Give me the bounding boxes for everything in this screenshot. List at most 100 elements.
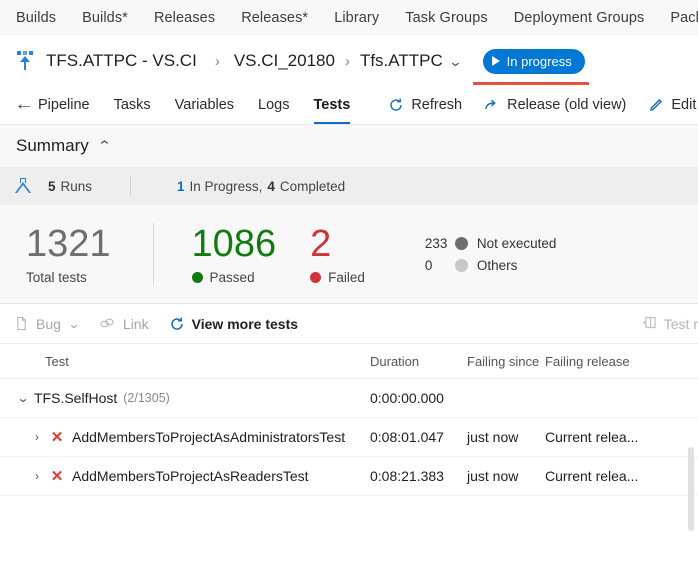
- hub-nav-builds[interactable]: Builds: [16, 10, 56, 26]
- metric-passed: 1086 Passed: [191, 222, 277, 285]
- chevron-down-icon[interactable]: ⌄: [9, 391, 38, 405]
- runs-in-progress-label: In Progress,: [189, 178, 263, 194]
- test-run-details-button[interactable]: Test r: [641, 315, 698, 333]
- hub-nav-deployment-groups[interactable]: Deployment Groups: [514, 10, 645, 26]
- table-row[interactable]: › ✕ AddMembersToProjectAsReadersTest 0:0…: [0, 457, 698, 496]
- total-tests-label: Total tests: [26, 269, 87, 285]
- test-duration: 0:08:01.047: [370, 429, 444, 445]
- table-scrollbar[interactable]: [688, 447, 694, 531]
- metrics-divider: [152, 223, 154, 285]
- chevron-down-icon[interactable]: ⌄: [67, 317, 80, 331]
- tests-table-body: ⌄ TFS.SelfHost (2/1305) 0:00:00.000 › ✕ …: [0, 379, 698, 531]
- breadcrumb-environment-label: Tfs.ATTPC: [359, 51, 443, 70]
- breadcrumb-item-release[interactable]: VS.CI_20180: [234, 51, 335, 71]
- play-icon: [491, 56, 500, 66]
- breadcrumb-item-pipeline[interactable]: TFS.ATTPC - VS.CI: [46, 51, 197, 71]
- column-header-failing-since[interactable]: Failing since: [467, 354, 545, 369]
- group-count: (2/1305): [123, 391, 170, 405]
- back-to-pipeline-link[interactable]: ← Pipeline: [14, 85, 90, 124]
- hub-nav-releases[interactable]: Releases: [154, 10, 215, 26]
- hub-nav-task-groups[interactable]: Task Groups: [405, 10, 488, 26]
- test-name: AddMembersToProjectAsReadersTest: [72, 468, 309, 484]
- table-row[interactable]: ⌄ TFS.SelfHost (2/1305) 0:00:00.000: [0, 379, 698, 418]
- failed-dot-icon: [310, 271, 322, 283]
- tab-logs[interactable]: Logs: [258, 85, 289, 124]
- table-row[interactable]: › ✕ AddMembersToProjectAsAdministratorsT…: [0, 418, 698, 457]
- edit-release-button[interactable]: Edit re: [648, 97, 698, 113]
- secondary-metrics: 233 Not executed 0 Others: [425, 236, 557, 273]
- metric-not-executed: 233 Not executed: [425, 236, 557, 251]
- breadcrumb-item-environment[interactable]: Tfs.ATTPC ⌄: [359, 51, 462, 71]
- runs-completed-count: 4: [267, 178, 275, 194]
- hub-nav-library[interactable]: Library: [334, 10, 379, 26]
- test-failing-release: Current relea...: [545, 468, 639, 484]
- pivot-bar: ← Pipeline Tasks Variables Logs Tests Re…: [0, 85, 698, 125]
- release-old-view-label: Release (old view): [507, 96, 627, 113]
- failed-x-icon: ✕: [50, 428, 64, 446]
- tests-toolbar: Bug ⌄ Link View more tests Test r: [0, 303, 698, 343]
- create-bug-button[interactable]: Bug ⌄: [14, 315, 80, 332]
- metric-failed: 2 Failed: [310, 224, 365, 285]
- breadcrumb: TFS.ATTPC - VS.CI › VS.CI_20180 › Tfs.AT…: [0, 37, 698, 125]
- passed-label-row: Passed: [191, 270, 277, 285]
- view-more-tests-button[interactable]: View more tests: [169, 316, 298, 332]
- chevron-up-icon[interactable]: ⌃: [97, 138, 112, 154]
- tests-table-header: Test Duration Failing since Failing rele…: [0, 343, 698, 379]
- breadcrumb-separator: ›: [344, 52, 350, 70]
- not-executed-label: Not executed: [476, 235, 557, 251]
- runs-divider: [130, 176, 132, 196]
- column-header-test[interactable]: Test: [0, 354, 370, 369]
- group-duration: 0:00:00.000: [370, 390, 444, 406]
- create-bug-label: Bug: [36, 315, 61, 332]
- status-badge-in-progress[interactable]: In progress: [482, 48, 585, 74]
- hub-nav-releases-preview[interactable]: Releases*: [241, 10, 308, 26]
- total-tests-value: 1321: [26, 222, 111, 265]
- group-test-cell: ⌄ TFS.SelfHost (2/1305): [0, 390, 370, 406]
- others-label: Others: [476, 257, 518, 273]
- others-value: 0: [424, 257, 433, 273]
- tab-tests[interactable]: Tests: [313, 85, 350, 124]
- runs-label: Runs: [60, 178, 93, 194]
- bug-file-icon: [14, 316, 29, 331]
- refresh-button[interactable]: Refresh: [388, 97, 462, 113]
- chevron-down-icon[interactable]: ⌄: [448, 54, 462, 70]
- refresh-icon: [388, 97, 404, 113]
- tab-tasks[interactable]: Tasks: [114, 85, 151, 124]
- hub-nav-builds-preview[interactable]: Builds*: [82, 10, 128, 26]
- link-icon: [99, 316, 116, 331]
- refresh-label: Refresh: [411, 96, 463, 113]
- test-failing-since: just now: [467, 468, 519, 484]
- column-header-failing-release[interactable]: Failing release: [545, 354, 685, 369]
- others-dot-icon: [454, 258, 468, 272]
- not-executed-dot-icon: [454, 236, 468, 250]
- column-header-duration[interactable]: Duration: [370, 354, 467, 369]
- failed-label: Failed: [328, 269, 365, 285]
- metric-total-tests: 1321 Total tests: [26, 224, 111, 285]
- passed-dot-icon: [191, 271, 203, 283]
- arrow-left-icon: ←: [14, 95, 34, 113]
- failed-value: 2: [310, 222, 332, 265]
- tab-variables[interactable]: Variables: [175, 85, 234, 124]
- summary-metrics: 1321 Total tests 1086 Passed 2 Failed 23…: [0, 205, 698, 303]
- view-more-tests-label: View more tests: [191, 315, 299, 332]
- runs-in-progress-count: 1: [177, 178, 185, 194]
- release-icon: [14, 50, 36, 72]
- runs-completed-label: Completed: [279, 178, 346, 194]
- hub-navigation: Builds Builds* Releases Releases* Librar…: [0, 0, 698, 37]
- edit-release-label: Edit re: [671, 96, 698, 113]
- test-run-details-label: Test r: [663, 315, 698, 332]
- chevron-right-icon[interactable]: ›: [26, 469, 48, 483]
- test-failing-release: Current relea...: [545, 429, 639, 445]
- breadcrumb-separator: ›: [214, 52, 220, 70]
- metric-others: 0 Others: [425, 258, 557, 273]
- release-old-view-button[interactable]: Release (old view): [484, 97, 626, 113]
- test-failing-since: just now: [467, 429, 519, 445]
- back-to-pipeline-label: Pipeline: [38, 96, 90, 113]
- passed-value: 1086: [191, 222, 277, 265]
- link-button[interactable]: Link: [99, 316, 149, 332]
- summary-header: Summary ⌃: [0, 125, 698, 167]
- not-executed-value: 233: [424, 235, 448, 251]
- test-name: AddMembersToProjectAsAdministratorsTest: [72, 429, 346, 445]
- hub-nav-packages[interactable]: Packages: [670, 10, 698, 26]
- chevron-right-icon[interactable]: ›: [26, 430, 48, 444]
